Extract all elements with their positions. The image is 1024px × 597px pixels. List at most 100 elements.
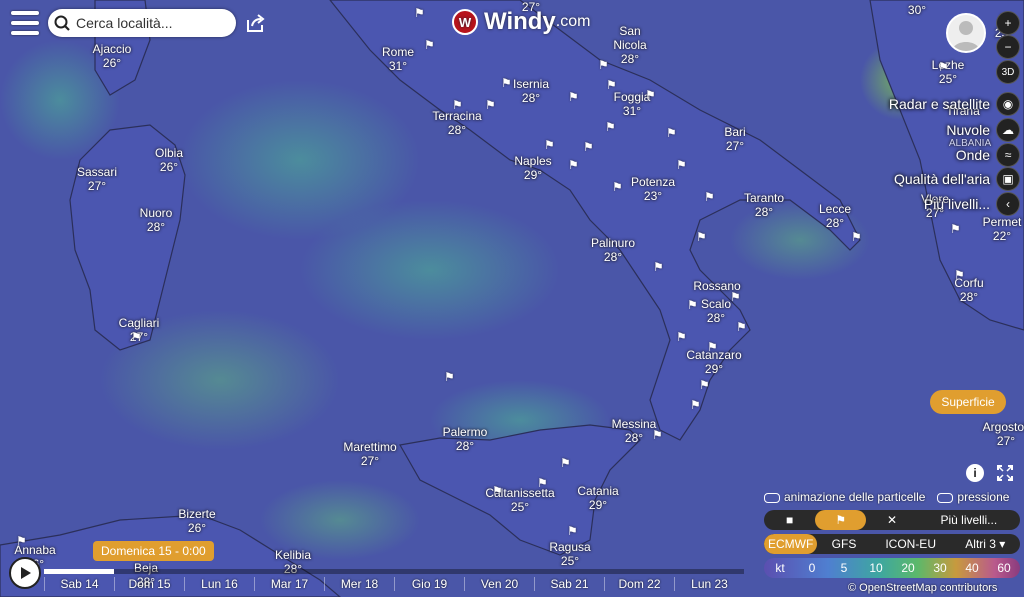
day-label[interactable]: Sab 14: [44, 577, 114, 591]
search-input[interactable]: [74, 14, 228, 32]
model-more-dropdown[interactable]: Altri 3 ▾: [951, 534, 1020, 554]
wind-marker-icon: ⚑: [568, 90, 579, 104]
timeline-days: Sab 14 Dom 15 Lun 16 Mar 17 Mer 18 Gio 1…: [44, 577, 744, 591]
car-icon: ▣: [1002, 172, 1014, 186]
model-icon-eu[interactable]: ICON-EU: [871, 534, 951, 554]
city-label[interactable]: Scalo 28°: [701, 297, 731, 325]
model-selector: ECMWF GFS ICON-EU Altri 3 ▾: [764, 534, 1020, 554]
wind-marker-icon: ⚑: [851, 230, 862, 244]
city-label[interactable]: Ragusa 25°: [549, 540, 590, 568]
webcam-button[interactable]: ■: [764, 510, 815, 530]
city-label[interactable]: Terracina 28°: [432, 109, 481, 137]
wind-marker-icon: ⚑: [452, 98, 463, 112]
layer-waves-label[interactable]: Onde: [956, 147, 990, 163]
city-label[interactable]: Bari 27°: [724, 125, 745, 153]
wind-marker-icon: ⚑: [501, 76, 512, 90]
waves-button[interactable]: ≈: [996, 143, 1020, 167]
wind-marker-icon: ⚑: [537, 476, 548, 490]
layer-clouds-label[interactable]: Nuvole: [946, 122, 990, 138]
model-gfs[interactable]: GFS: [817, 534, 870, 554]
wind-button[interactable]: ⚑: [815, 510, 867, 530]
city-label[interactable]: Palinuro 28°: [591, 236, 635, 264]
city-label[interactable]: Ajaccio 26°: [93, 42, 132, 70]
day-label[interactable]: Gio 19: [394, 577, 464, 591]
wind-marker-icon: ⚑: [612, 180, 623, 194]
clouds-button[interactable]: ☁: [996, 118, 1020, 142]
day-label[interactable]: Mar 17: [254, 577, 324, 591]
share-button[interactable]: [244, 12, 266, 34]
wind-color-scale[interactable]: kt 0 5 10 20 30 40 60: [764, 558, 1020, 578]
zoom-in-button[interactable]: +: [996, 11, 1020, 35]
wind-marker-icon: ⚑: [666, 126, 677, 140]
day-label[interactable]: Dom 22: [604, 577, 674, 591]
overlay-quick-buttons: ■ ⚑ ✕ Più livelli...: [764, 510, 1020, 530]
day-label[interactable]: Lun 16: [184, 577, 254, 591]
city-label[interactable]: Nuoro 28°: [140, 206, 173, 234]
wind-marker-icon: ⚑: [424, 38, 435, 52]
layer-more-label[interactable]: Più livelli...: [924, 196, 990, 212]
model-ecmwf[interactable]: ECMWF: [764, 534, 818, 554]
wind-marker-icon: ⚑: [699, 378, 710, 392]
search-box[interactable]: [48, 9, 236, 37]
view-3d-button[interactable]: 3D: [996, 60, 1020, 84]
wind-marker-icon: ⚑: [568, 158, 579, 172]
timeline-progress: [44, 569, 114, 574]
day-label[interactable]: Lun 23: [674, 577, 744, 591]
wind-marker-icon: ⚑: [606, 78, 617, 92]
scale-value: 10: [869, 561, 883, 575]
timeline-slider[interactable]: [44, 569, 744, 574]
city-label[interactable]: Naples 29°: [514, 154, 551, 182]
radar-satellite-button[interactable]: ◉: [996, 92, 1020, 116]
fullscreen-icon[interactable]: [996, 464, 1014, 482]
user-avatar[interactable]: [946, 13, 986, 53]
info-icon[interactable]: i: [966, 464, 984, 482]
day-label[interactable]: Mer 18: [324, 577, 394, 591]
city-label[interactable]: Permet 22°: [983, 215, 1022, 243]
day-label[interactable]: Ven 20: [464, 577, 534, 591]
camera-icon: ■: [785, 513, 794, 527]
scale-value: 5: [840, 561, 848, 575]
city-label[interactable]: Bizerte 26°: [178, 507, 215, 535]
scale-value: 30: [933, 561, 947, 575]
layer-radar-label[interactable]: Radar e satellite: [889, 96, 990, 112]
more-layers-button[interactable]: ‹: [996, 192, 1020, 216]
more-layers-pill[interactable]: Più livelli...: [918, 510, 1020, 530]
city-label[interactable]: Sassari 27°: [77, 165, 117, 193]
close-overlay-button[interactable]: ✕: [866, 510, 917, 530]
scale-unit: kt: [775, 561, 785, 575]
altitude-superficie-button[interactable]: Superficie: [930, 390, 1006, 414]
wind-marker-icon: ⚑: [736, 320, 747, 334]
city-label[interactable]: Marettimo 27°: [343, 440, 396, 468]
city-label[interactable]: Messina 28°: [612, 417, 657, 445]
wind-marker-icon: ⚑: [544, 138, 555, 152]
city-label[interactable]: Potenza 23°: [631, 175, 675, 203]
osm-credits[interactable]: © OpenStreetMap contributors: [848, 582, 997, 594]
city-label[interactable]: Rome 31°: [382, 45, 414, 73]
windy-logo[interactable]: W Windy .com: [452, 8, 590, 36]
pressure-toggle[interactable]: pressione: [937, 490, 1009, 504]
play-button[interactable]: [9, 557, 41, 589]
city-label[interactable]: Isernia 28°: [513, 77, 549, 105]
city-label[interactable]: 30°: [908, 3, 926, 17]
city-label[interactable]: San Nicola 28°: [610, 24, 650, 66]
zoom-out-button[interactable]: −: [996, 35, 1020, 59]
play-icon: [21, 567, 31, 579]
windy-logo-icon: W: [452, 9, 478, 35]
wind-marker-icon: ⚑: [567, 524, 578, 538]
layer-air-quality-label[interactable]: Qualità dell'aria: [894, 171, 990, 187]
radar-icon: ◉: [1002, 97, 1014, 111]
city-label[interactable]: Taranto 28°: [744, 191, 784, 219]
wind-marker-icon: ⚑: [560, 456, 571, 470]
city-label[interactable]: Lecce 28°: [819, 202, 851, 230]
air-quality-button[interactable]: ▣: [996, 167, 1020, 191]
share-icon: [247, 14, 265, 32]
close-icon: ✕: [886, 513, 898, 527]
city-label[interactable]: Argostoli27°: [983, 420, 1024, 448]
menu-button[interactable]: [8, 8, 42, 38]
particles-toggle[interactable]: animazione delle particelle: [764, 490, 925, 504]
city-label[interactable]: Olbia 26°: [155, 146, 183, 174]
day-label[interactable]: Sab 21: [534, 577, 604, 591]
day-label[interactable]: Dom 15: [114, 577, 184, 591]
city-label[interactable]: Palermo 28°: [443, 425, 488, 453]
city-label[interactable]: Catania 29°: [577, 484, 618, 512]
